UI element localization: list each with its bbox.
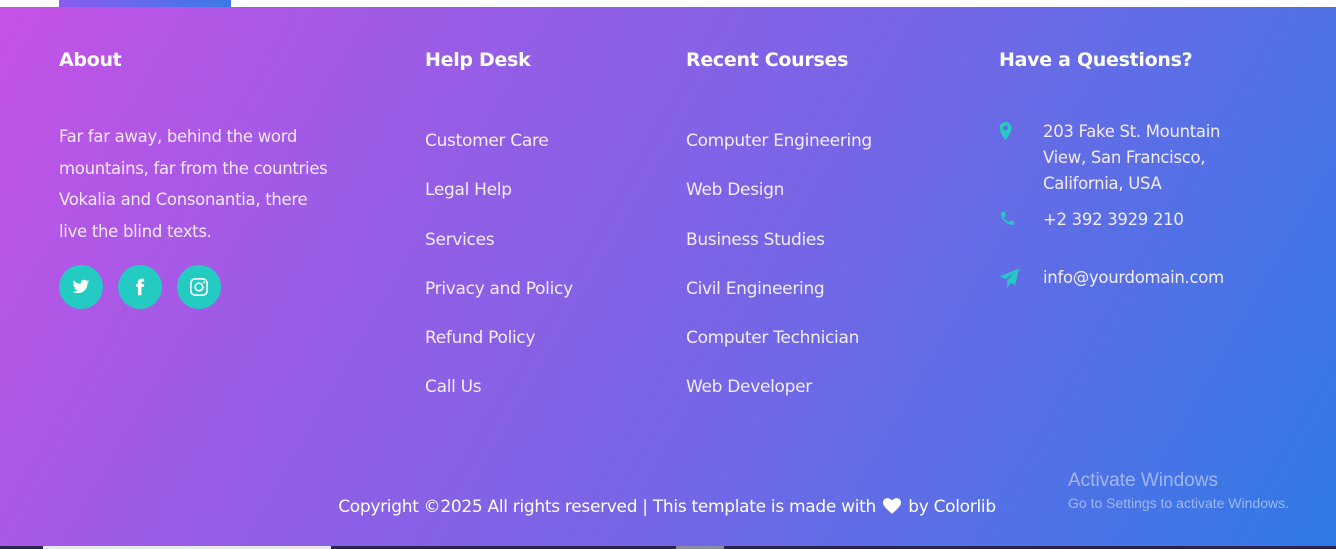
recent-courses-links: Computer Engineering Web Design Business… — [686, 131, 872, 427]
link-legal-help[interactable]: Legal Help — [425, 180, 512, 200]
address-text: 203 Fake St. Mountain View, San Francisc… — [1043, 122, 1221, 193]
social-links — [59, 265, 329, 309]
list-item: Web Developer — [686, 377, 872, 426]
contact-list: 203 Fake St. Mountain View, San Francisc… — [999, 119, 1299, 292]
about-column: About Far far away, behind the word moun… — [59, 49, 329, 309]
instagram-icon — [190, 278, 208, 296]
help-desk-heading: Help Desk — [425, 49, 531, 71]
about-text: Far far away, behind the word mountains,… — [59, 127, 328, 241]
facebook-icon — [136, 278, 145, 296]
list-item: Computer Engineering — [686, 131, 872, 180]
help-desk-column: Help Desk Customer Care Legal Help Servi… — [425, 49, 573, 427]
help-desk-links: Customer Care Legal Help Services Privac… — [425, 131, 573, 427]
activate-windows-subtitle: Go to Settings to activate Windows. — [1068, 495, 1289, 511]
email-text: info@yourdomain.com — [1043, 268, 1224, 287]
link-customer-care[interactable]: Customer Care — [425, 131, 549, 151]
twitter-button[interactable] — [59, 265, 103, 309]
link-web-developer[interactable]: Web Developer — [686, 377, 812, 397]
link-services[interactable]: Services — [425, 230, 495, 250]
list-item: Customer Care — [425, 131, 573, 180]
instagram-button[interactable] — [177, 265, 221, 309]
activate-windows-title: Activate Windows — [1068, 470, 1218, 491]
map-marker-icon — [999, 119, 1043, 144]
recent-courses-column: Recent Courses Computer Engineering Web … — [686, 49, 872, 427]
list-item: Services — [425, 230, 573, 279]
contact-address: 203 Fake St. Mountain View, San Francisc… — [999, 119, 1299, 207]
list-item: Civil Engineering — [686, 279, 872, 328]
contact-email[interactable]: info@yourdomain.com — [999, 265, 1299, 292]
phone-text: +2 392 3929 210 — [1043, 210, 1184, 229]
list-item: Computer Technician — [686, 328, 872, 377]
list-item: Business Studies — [686, 230, 872, 279]
link-refund-policy[interactable]: Refund Policy — [425, 328, 536, 348]
top-strip-tab — [59, 0, 231, 7]
questions-heading: Have a Questions? — [999, 49, 1193, 71]
paper-plane-icon — [999, 265, 1043, 292]
list-item: Privacy and Policy — [425, 279, 573, 328]
twitter-icon — [72, 279, 90, 294]
list-item: Web Design — [686, 180, 872, 229]
list-item: Call Us — [425, 377, 573, 426]
heart-icon — [883, 498, 902, 519]
about-heading: About — [59, 49, 122, 71]
link-business-studies[interactable]: Business Studies — [686, 230, 825, 250]
top-strip — [0, 0, 1336, 7]
activate-windows-watermark: Activate Windows Go to Settings to activ… — [1068, 470, 1289, 511]
questions-column: Have a Questions? 203 Fake St. Mountain … — [999, 49, 1299, 292]
link-civil-engineering[interactable]: Civil Engineering — [686, 279, 825, 299]
colorlib-link[interactable]: by Colorlib — [908, 497, 996, 517]
phone-icon — [999, 207, 1043, 231]
contact-phone[interactable]: +2 392 3929 210 — [999, 207, 1299, 265]
site-footer: About Far far away, behind the word moun… — [0, 7, 1336, 546]
facebook-button[interactable] — [118, 265, 162, 309]
list-item: Legal Help — [425, 180, 573, 229]
list-item: Refund Policy — [425, 328, 573, 377]
link-computer-engineering[interactable]: Computer Engineering — [686, 131, 872, 151]
link-computer-technician[interactable]: Computer Technician — [686, 328, 859, 348]
copyright-text: Copyright ©2025 All rights reserved | Th… — [338, 497, 877, 517]
link-call-us[interactable]: Call Us — [425, 377, 482, 397]
recent-courses-heading: Recent Courses — [686, 49, 849, 71]
link-web-design[interactable]: Web Design — [686, 180, 784, 200]
link-privacy-policy[interactable]: Privacy and Policy — [425, 279, 573, 299]
